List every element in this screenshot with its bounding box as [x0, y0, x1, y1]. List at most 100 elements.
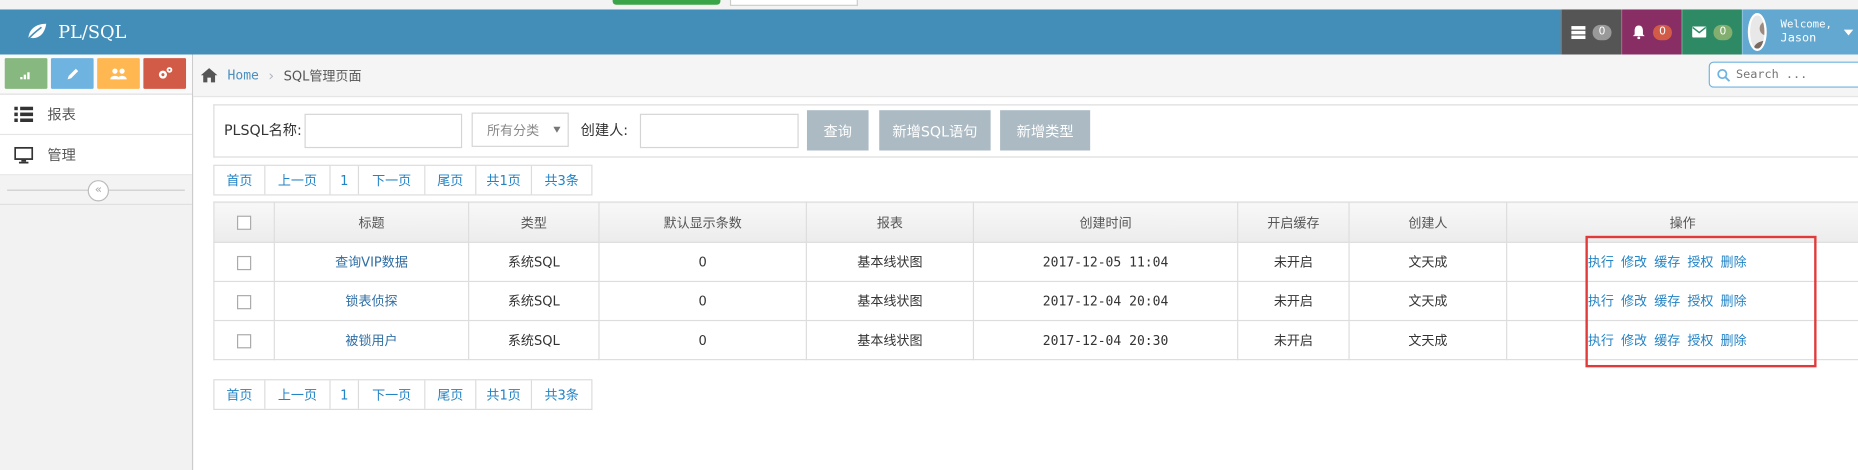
row-cache: 未开启	[1237, 280, 1350, 322]
chevron-right-icon: ›	[268, 66, 275, 84]
envelope-icon	[1692, 26, 1707, 38]
sidebar-item-label: 报表	[47, 106, 76, 124]
tasks-icon	[1571, 26, 1586, 40]
select-all-checkbox[interactable]	[236, 215, 252, 230]
pager-first[interactable]: 首页	[214, 380, 266, 409]
pager-total-rows: 共3条	[544, 387, 579, 403]
messages-badge: 0	[1713, 24, 1733, 40]
pagination-top: 首页 上一页 1 下一页 尾页 共1页 共3条	[213, 164, 593, 196]
row-checkbox[interactable]	[236, 294, 252, 309]
pager-page[interactable]: 1	[331, 380, 360, 409]
user-greeting: Welcome,	[1780, 18, 1832, 31]
category-select[interactable]: 所有分类	[471, 112, 569, 147]
row-created: 2017-12-04 20:04	[972, 280, 1239, 322]
row-report: 基本线状图	[805, 280, 975, 322]
pager-total-rows: 共3条	[544, 173, 579, 189]
row-default-rows: 0	[598, 280, 807, 322]
user-info: Welcome, Jason	[1781, 19, 1832, 45]
browser-white-tab[interactable]	[729, 0, 858, 6]
column-header: 标题	[273, 201, 470, 243]
brand[interactable]: PL/SQL	[26, 9, 126, 54]
home-icon	[200, 68, 218, 83]
user-name: Jason	[1780, 31, 1817, 46]
cogs-icon	[158, 67, 172, 79]
shortcut-users-button[interactable]	[97, 58, 140, 89]
row-creator: 文天成	[1348, 280, 1508, 322]
row-checkbox[interactable]	[236, 255, 252, 270]
new-sql-button[interactable]: 新增SQL语句	[879, 110, 991, 151]
row-title-link[interactable]: 查询VIP数据	[273, 241, 470, 283]
messages-menu[interactable]: 0	[1681, 9, 1742, 55]
pager-prev[interactable]: 上一页	[265, 165, 331, 195]
row-type: 系统SQL	[468, 241, 600, 283]
shortcut-cogs-button[interactable]	[143, 58, 187, 89]
row-cache: 未开启	[1237, 241, 1350, 283]
row-title-link[interactable]: 被锁用户	[273, 319, 470, 361]
sidebar-collapse: «	[0, 175, 192, 205]
sidebar: 报表 管理 «	[0, 54, 194, 470]
pager-last[interactable]: 尾页	[425, 380, 477, 409]
brand-title: PL/SQL	[58, 21, 127, 43]
sidebar-item-label: 管理	[47, 146, 76, 164]
new-type-button[interactable]: 新增类型	[1000, 110, 1091, 151]
query-button[interactable]: 查询	[806, 110, 869, 151]
top-navbar: PL/SQL 0 0 0 Welcome, Jason	[0, 9, 1858, 55]
notifications-badge: 0	[1653, 24, 1672, 40]
pager-next[interactable]: 下一页	[359, 165, 426, 195]
plsql-name-input[interactable]	[304, 113, 463, 149]
row-type: 系统SQL	[468, 319, 600, 361]
pager-total-pages: 共1页	[476, 165, 533, 195]
creator-input[interactable]	[639, 113, 799, 149]
column-header: 创建时间	[972, 201, 1239, 243]
users-icon	[110, 67, 127, 79]
tasks-menu[interactable]: 0	[1560, 9, 1622, 55]
row-cache: 未开启	[1237, 319, 1350, 361]
breadcrumb: Home › SQL管理页面	[200, 55, 362, 96]
pagination-bottom: 首页 上一页 1 下一页 尾页 共1页 共3条	[213, 379, 593, 410]
row-creator: 文天成	[1348, 241, 1508, 283]
browser-green-tab[interactable]	[612, 0, 721, 5]
filter-panel: PLSQL名称: 所有分类 创建人: 查询 新增SQL语句 新增类型	[213, 104, 1858, 158]
signal-icon	[20, 71, 30, 79]
sidebar-shortcuts	[0, 54, 192, 95]
search-icon	[1717, 68, 1731, 82]
tasks-badge: 0	[1592, 24, 1612, 40]
sidebar-item-reports[interactable]: 报表	[0, 94, 192, 136]
caret-down-icon	[553, 126, 561, 133]
sidebar-item-management[interactable]: 管理	[0, 135, 192, 176]
pager-last[interactable]: 尾页	[425, 165, 477, 195]
row-title-link[interactable]: 锁表侦探	[273, 280, 470, 322]
breadcrumb-current: SQL管理页面	[283, 68, 362, 84]
avatar	[1747, 13, 1767, 51]
row-report: 基本线状图	[805, 241, 975, 283]
caret-down-icon	[1843, 29, 1854, 35]
pager-prev[interactable]: 上一页	[265, 380, 331, 409]
creator-label: 创建人:	[580, 122, 629, 139]
plsql-name-label: PLSQL名称:	[223, 122, 302, 139]
row-default-rows: 0	[598, 319, 807, 361]
pager-next[interactable]: 下一页	[359, 380, 426, 409]
shortcut-pencil-button[interactable]	[50, 58, 94, 89]
browser-toolbar-strip	[0, 0, 1858, 10]
column-header: 创建人	[1348, 201, 1508, 243]
row-default-rows: 0	[598, 241, 807, 283]
column-header: 默认显示条数	[598, 201, 807, 243]
double-chevron-left-icon[interactable]: «	[87, 180, 110, 202]
nav-search	[1708, 61, 1858, 88]
breadcrumb-bar: Home › SQL管理页面	[193, 54, 1858, 98]
notifications-menu[interactable]: 0	[1621, 9, 1682, 55]
search-input[interactable]	[1735, 68, 1843, 82]
column-header: 类型	[468, 201, 600, 243]
user-menu[interactable]: Welcome, Jason	[1741, 9, 1858, 55]
desktop-icon	[14, 146, 34, 163]
pager-first[interactable]: 首页	[214, 165, 266, 195]
select-all-checkbox-cell[interactable]	[213, 201, 275, 243]
row-checkbox[interactable]	[236, 333, 252, 348]
list-icon	[14, 106, 34, 123]
breadcrumb-home-link[interactable]: Home	[228, 68, 259, 83]
pencil-icon	[66, 68, 78, 79]
column-header: 开启缓存	[1237, 201, 1350, 243]
row-created: 2017-12-04 20:30	[972, 319, 1239, 361]
shortcut-signal-button[interactable]	[4, 58, 48, 89]
pager-page[interactable]: 1	[331, 165, 360, 195]
